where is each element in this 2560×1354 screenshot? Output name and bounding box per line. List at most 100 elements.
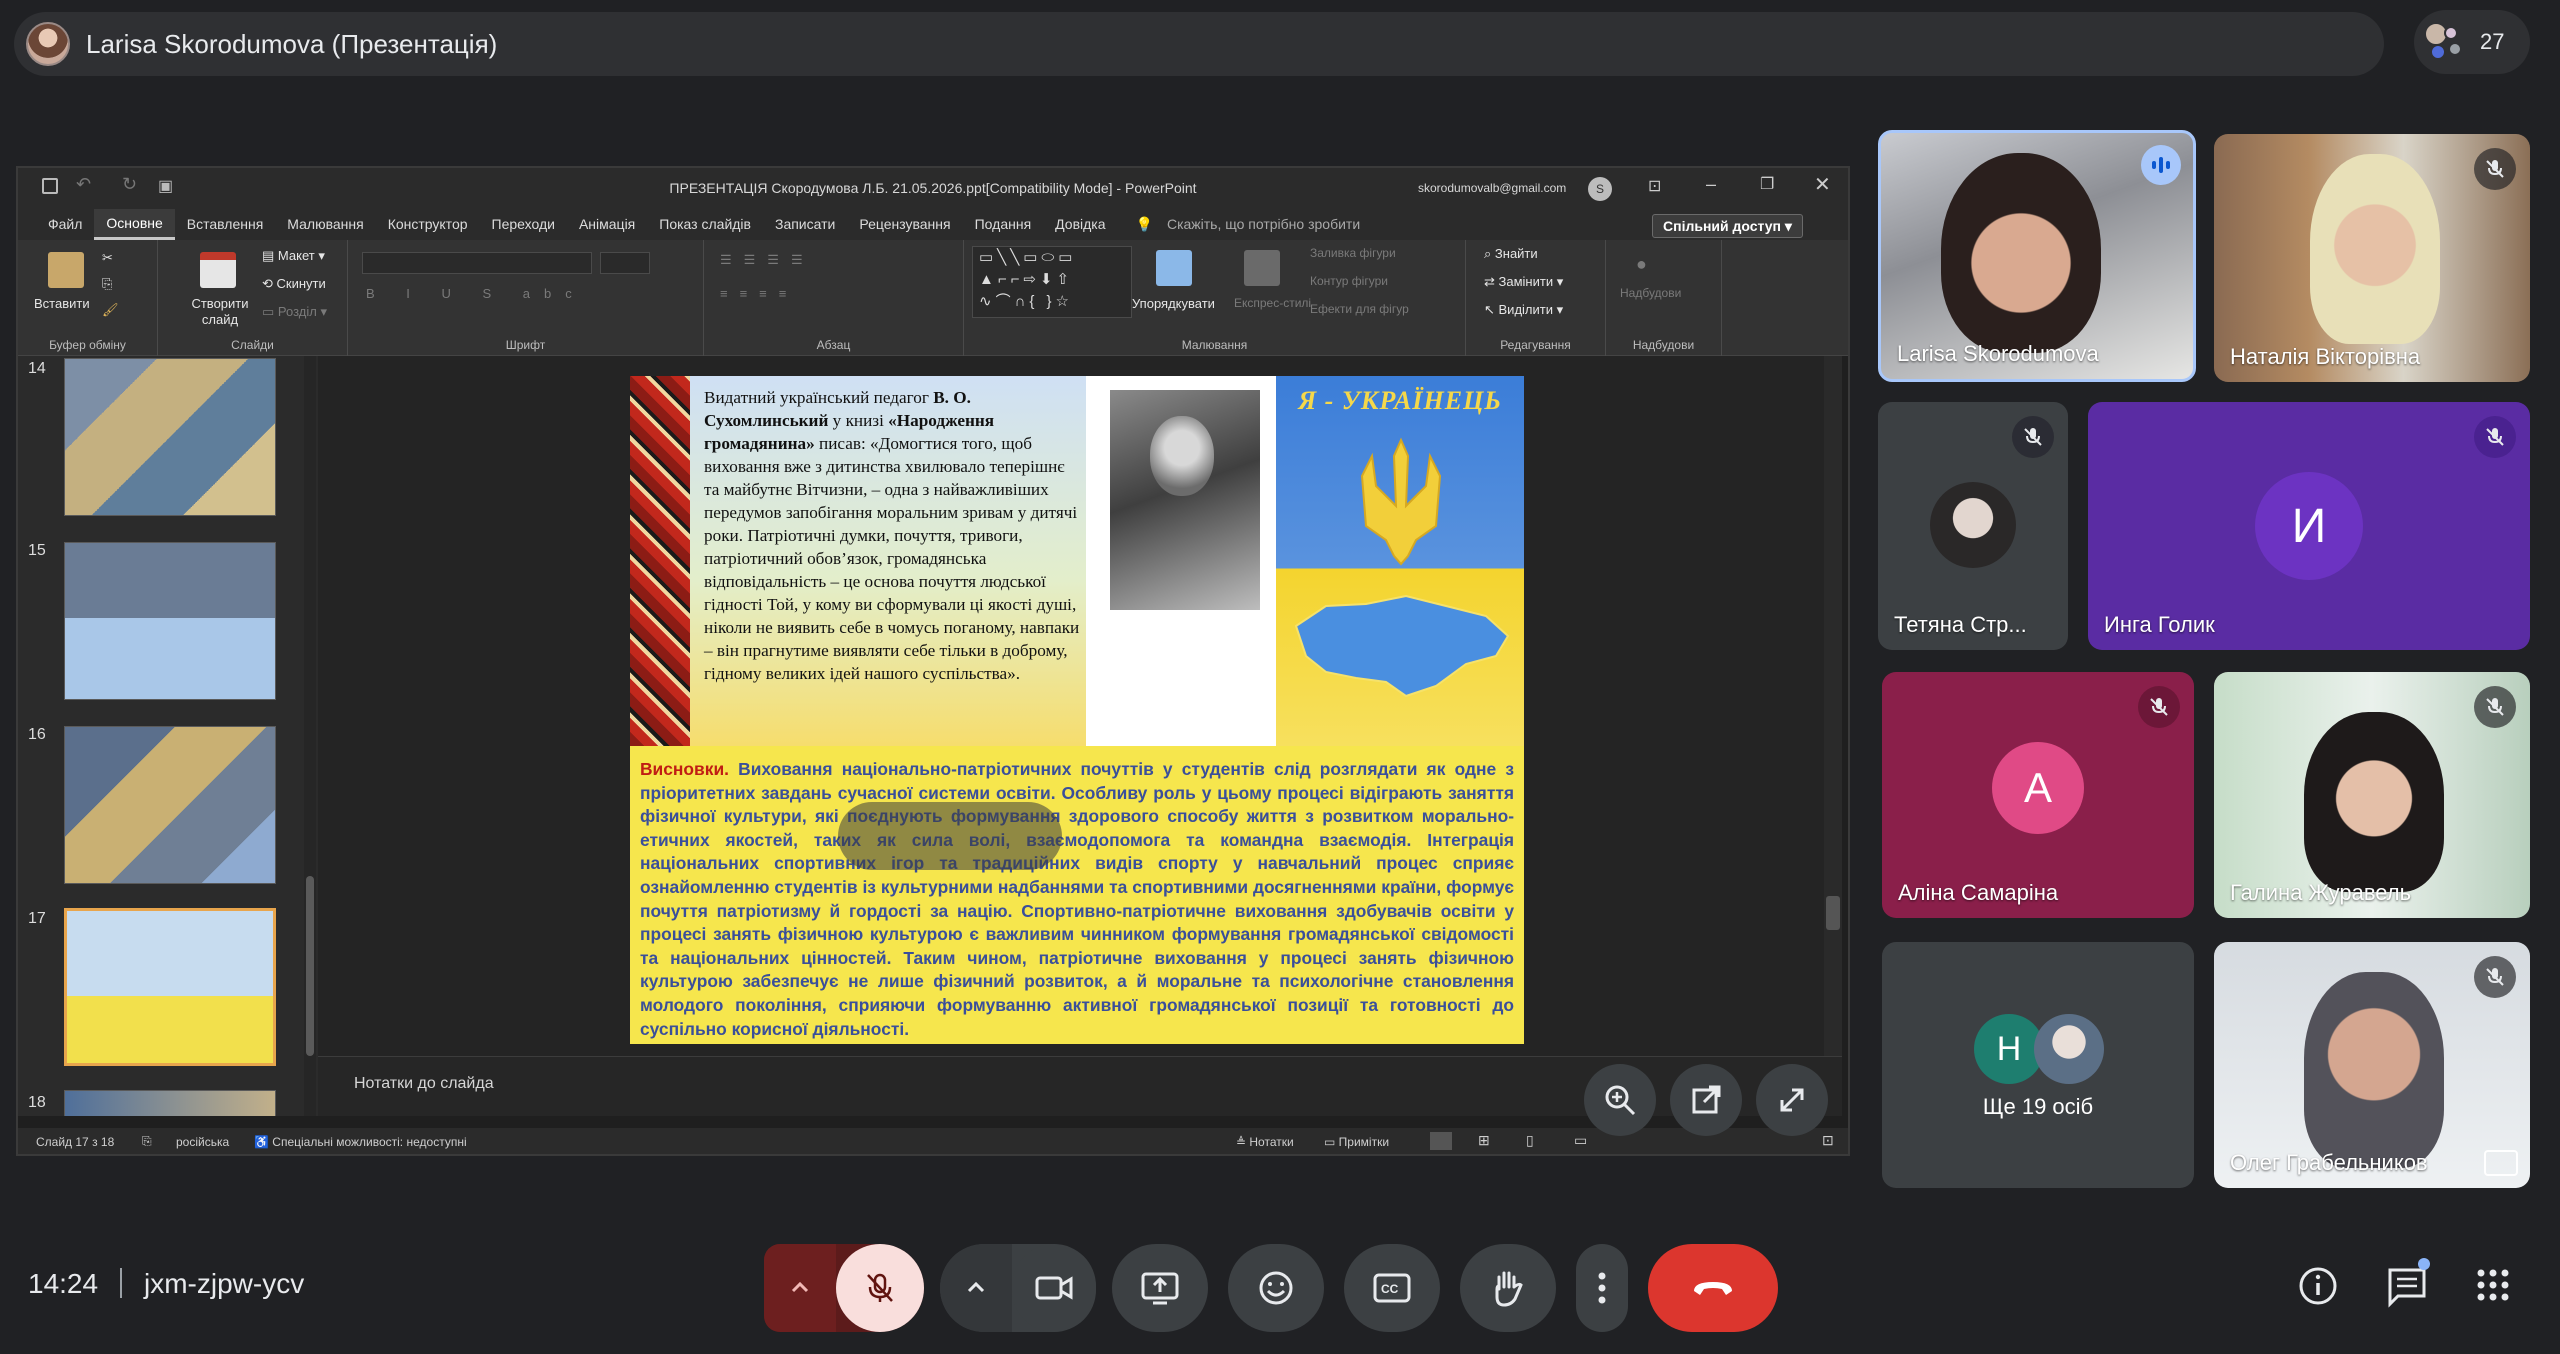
mic-toggle-button[interactable] (836, 1244, 924, 1332)
tile-others[interactable]: H Ще 19 осіб (1882, 942, 2194, 1188)
video-options-button[interactable] (940, 1244, 1012, 1332)
share-button[interactable]: Спільний доступ ▾ (1652, 214, 1803, 238)
arrange-button[interactable]: Упорядкувати (1132, 296, 1215, 311)
tab-review[interactable]: Рецензування (847, 210, 962, 238)
slideshow-view-icon[interactable]: ▭ (1574, 1132, 1587, 1149)
quote-body: писав: «Домогтися того, щоб виховання вж… (704, 434, 1080, 683)
paste-button[interactable]: Вставити (34, 296, 90, 311)
tab-draw[interactable]: Малювання (275, 210, 375, 238)
present-screen-button[interactable] (1112, 1244, 1208, 1332)
font-size-select[interactable] (600, 252, 650, 274)
tab-animations[interactable]: Анімація (567, 210, 647, 238)
tile-inga[interactable]: И Инга Голик (2088, 402, 2530, 650)
fit-slide-icon[interactable]: ⊡ (1822, 1132, 1834, 1149)
meeting-details-button[interactable] (2298, 1266, 2338, 1311)
addins-button[interactable]: Надбудови (1620, 286, 1681, 300)
shape-effects-button[interactable]: Ефекти для фігур (1310, 302, 1409, 316)
restore-icon[interactable]: ❐ (1760, 174, 1774, 194)
tile-name: Аліна Самаріна (1898, 880, 2059, 905)
quick-styles-icon[interactable] (1244, 250, 1280, 286)
tile-tetiana[interactable]: Тетяна Стр... (1878, 402, 2068, 650)
shape-fill-button[interactable]: Заливка фігури (1310, 246, 1396, 260)
slide-thumbnail-14[interactable] (64, 358, 276, 516)
addins-icon[interactable]: ● (1636, 254, 1647, 275)
chat-button[interactable] (2386, 1258, 2430, 1313)
slide-sorter-icon[interactable]: ⊞ (1478, 1132, 1490, 1149)
ribbon-group-clipboard: Вставити ✂ ⎘ 🖌 Буфер обміну (18, 240, 158, 356)
raise-hand-button[interactable] (1460, 1244, 1556, 1332)
zoom-in-button[interactable] (1584, 1064, 1656, 1136)
spellcheck-icon[interactable]: ⎘ (142, 1134, 152, 1149)
slide-thumbnail-15[interactable] (64, 542, 276, 700)
tab-help[interactable]: Довідка (1043, 210, 1117, 238)
copy-icon[interactable]: ⎘ (102, 276, 112, 292)
notes-toggle[interactable]: ≜ Нотатки (1236, 1135, 1294, 1149)
tab-record[interactable]: Записати (763, 210, 847, 238)
participants-button[interactable]: 27 (2414, 10, 2530, 74)
slide-scrollbar[interactable] (1824, 356, 1842, 1056)
tab-design[interactable]: Конструктор (376, 210, 480, 238)
more-options-button[interactable] (1576, 1244, 1628, 1332)
conclusion-lead: Висновки. (640, 759, 729, 779)
activities-button[interactable] (2476, 1268, 2510, 1307)
normal-view-icon[interactable] (1430, 1132, 1452, 1150)
tab-file[interactable]: Файл (36, 210, 94, 238)
font-family-select[interactable] (362, 252, 592, 274)
paste-icon[interactable] (48, 252, 84, 288)
tile-oleh[interactable]: Олег Грабельников (2214, 942, 2530, 1188)
mic-off-icon (2474, 956, 2516, 998)
arrange-icon[interactable] (1156, 250, 1192, 286)
language-indicator[interactable]: російська (176, 1135, 229, 1149)
reactions-button[interactable] (1228, 1244, 1324, 1332)
tile-larisa[interactable]: Larisa Skorodumova (1878, 130, 2196, 382)
tile-halyna[interactable]: Галина Журавель (2214, 672, 2530, 918)
tab-home[interactable]: Основне (94, 208, 175, 240)
ribbon-display-icon[interactable]: ⊡ (1648, 176, 1661, 196)
tell-me-search[interactable]: Скажіть, що потрібно зробити (1167, 216, 1360, 232)
camera-toggle-button[interactable] (1012, 1244, 1096, 1332)
tab-slideshow[interactable]: Показ слайдів (647, 210, 763, 238)
slide-thumbnail-18[interactable] (64, 1090, 276, 1116)
pop-out-button[interactable] (1670, 1064, 1742, 1136)
font-format-icons[interactable]: B I U S abc (366, 286, 586, 301)
slide-thumbnail-17[interactable] (64, 908, 276, 1066)
tab-view[interactable]: Подання (963, 210, 1044, 238)
reading-view-icon[interactable]: ▯ (1526, 1132, 1534, 1149)
section-button[interactable]: ▭ Розділ ▾ (262, 304, 327, 320)
thumbnails-scrollbar-thumb[interactable] (306, 876, 314, 1056)
tab-insert[interactable]: Вставлення (175, 210, 276, 238)
shape-outline-button[interactable]: Контур фігури (1310, 274, 1388, 288)
find-button[interactable]: ⌕ Знайти (1484, 246, 1538, 262)
tile-natalia[interactable]: Наталія Вікторівна (2214, 134, 2530, 382)
quick-styles-button[interactable]: Експрес-стилі (1234, 296, 1311, 310)
fullscreen-button[interactable] (1756, 1064, 1828, 1136)
new-slide-button[interactable]: Створити слайд (188, 296, 252, 328)
list-icons[interactable]: ☰☰☰☰ (720, 252, 815, 268)
align-icons[interactable]: ≡≡≡≡ (720, 286, 798, 301)
slide-scrollbar-thumb[interactable] (1826, 896, 1840, 930)
account-avatar-icon[interactable]: S (1588, 177, 1612, 201)
close-icon[interactable]: ✕ (1814, 172, 1831, 197)
reset-button[interactable]: ⟲ Скинути (262, 276, 326, 292)
thumbnail-number: 14 (28, 360, 46, 377)
shapes-gallery[interactable]: ▭╲╲▭⬭▭ ▲⌐⌐⇨⬇⇧ ∿⌒∩{ }☆ (972, 246, 1132, 318)
cut-icon[interactable]: ✂ (102, 250, 113, 266)
leave-call-button[interactable] (1648, 1244, 1778, 1332)
captions-button[interactable]: CC (1344, 1244, 1440, 1332)
format-painter-icon[interactable]: 🖌 (102, 302, 119, 318)
slide-thumbnail-16[interactable] (64, 726, 276, 884)
participant-video (2310, 154, 2440, 344)
minimize-icon[interactable]: – (1706, 174, 1716, 195)
layout-button[interactable]: ▤ Макет ▾ (262, 248, 325, 264)
video-player-overlay[interactable] (838, 802, 1062, 870)
new-slide-icon[interactable] (200, 252, 236, 288)
comments-toggle[interactable]: ▭ Примітки (1324, 1135, 1389, 1149)
tile-alina[interactable]: A Аліна Самаріна (1882, 672, 2194, 918)
audio-options-button[interactable] (764, 1244, 836, 1332)
accessibility-status[interactable]: ♿ Спеціальні можливості: недоступні (254, 1135, 467, 1149)
tab-transitions[interactable]: Переходи (480, 210, 567, 238)
select-button[interactable]: ↖ Виділити ▾ (1484, 302, 1563, 318)
replace-button[interactable]: ⇄ Замінити ▾ (1484, 274, 1563, 290)
apps-grid-icon (2477, 1269, 2509, 1301)
presenter-bar[interactable]: Larisa Skorodumova (Презентація) (14, 12, 2384, 76)
